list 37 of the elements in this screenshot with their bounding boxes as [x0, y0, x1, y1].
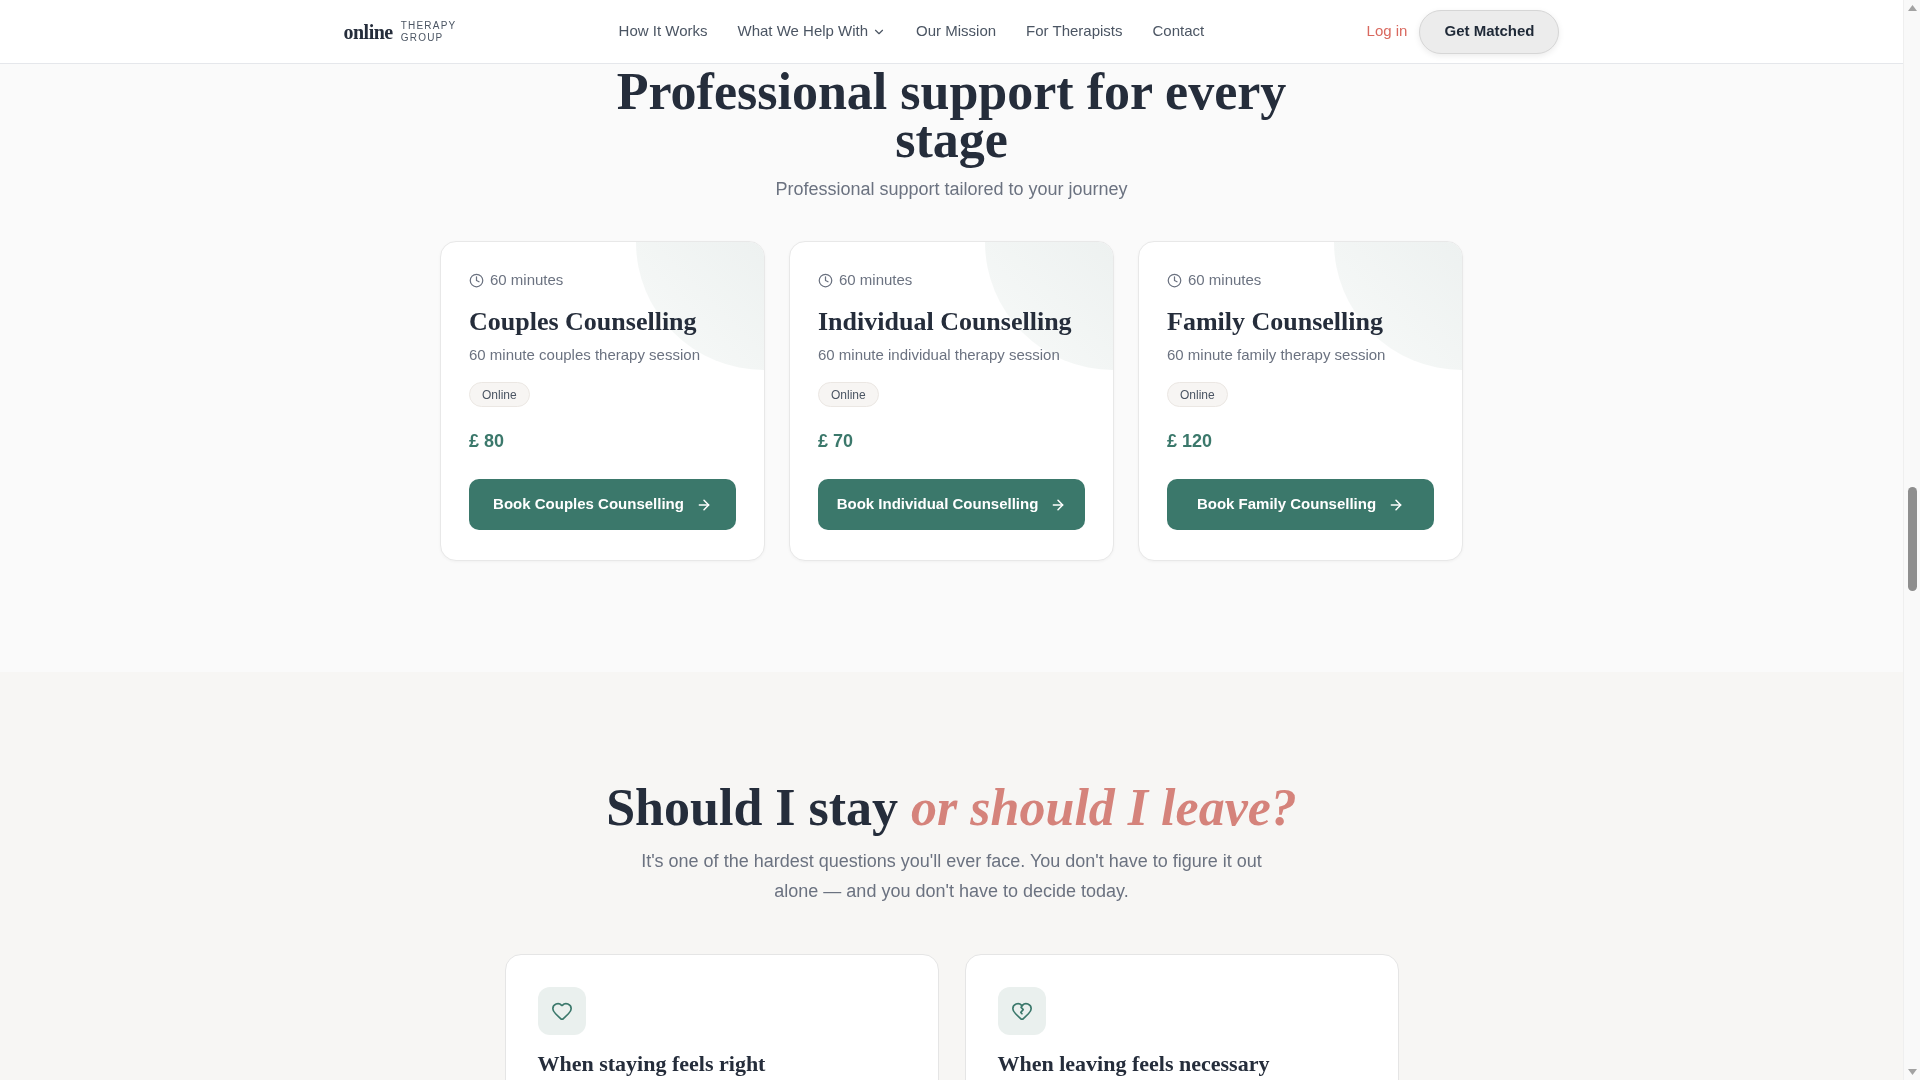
section-heading: Professional support for every stage	[615, 68, 1288, 170]
price-text: £ 120	[1167, 430, 1213, 453]
online-tag: Online	[818, 382, 879, 407]
duration-text: 60 minutes	[1188, 270, 1262, 290]
service-description: 60 minute individual therapy session	[818, 345, 1060, 365]
card-title: When staying feels right	[537, 1051, 767, 1077]
book-button[interactable]: Book Family Counselling	[1167, 479, 1434, 530]
card-title: When leaving feels necessary	[997, 1051, 1271, 1077]
service-title: Couples Counselling	[469, 306, 697, 338]
online-tag: Online	[469, 382, 530, 407]
scroll-up-arrow-icon[interactable]	[1907, 5, 1917, 11]
book-button[interactable]: Book Individual Counselling	[818, 479, 1085, 530]
duration-text: 60 minutes	[839, 270, 913, 290]
login-link[interactable]: Log in	[1366, 20, 1408, 43]
clock-icon	[1167, 272, 1182, 288]
scroll-down-arrow-icon[interactable]	[1907, 1069, 1917, 1075]
duration-text: 60 minutes	[490, 270, 564, 290]
scrollbar-thumb[interactable]	[1907, 487, 1917, 591]
service-title: Family Counselling	[1167, 306, 1383, 338]
service-description: 60 minute couples therapy session	[469, 345, 700, 365]
nav-link[interactable]: What We Help With	[737, 20, 887, 43]
nav-link[interactable]: For Therapists	[1026, 20, 1123, 43]
nav-link[interactable]: Our Mission	[916, 20, 997, 43]
book-button[interactable]: Book Couples Counselling	[469, 479, 736, 530]
nav-link[interactable]: How It Works	[618, 20, 708, 43]
clock-icon	[469, 272, 484, 288]
section-subtitle: Professional support tailored to your journey	[775, 178, 1128, 201]
clock-icon	[818, 272, 833, 288]
section-heading: Should I stay or should I leave?	[606, 778, 1297, 838]
price-text: £ 80	[469, 430, 505, 453]
online-tag: Online	[1167, 382, 1228, 407]
service-title: Individual Counselling	[818, 306, 1072, 338]
nav-link[interactable]: Contact	[1152, 20, 1205, 43]
get-matched-button[interactable]: Get Matched	[1419, 9, 1560, 54]
service-description: 60 minute family therapy session	[1167, 345, 1386, 365]
price-text: £ 70	[818, 430, 854, 453]
section-intro: It's one of the hardest questions you'll ever face. You don't have to figure it out alone — and you don't have to decide today.	[640, 850, 1263, 903]
